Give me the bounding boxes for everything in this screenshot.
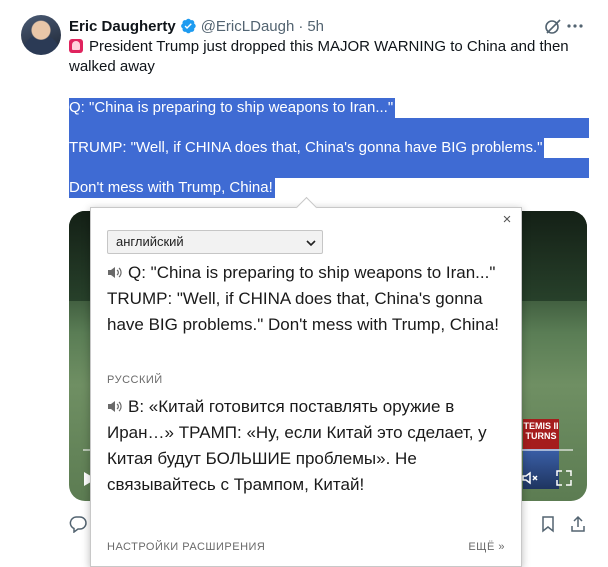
highlighted-line: Don't mess with Trump, China! (69, 178, 275, 198)
translate-popup: × английский Q: "China is preparing to s… (90, 207, 522, 567)
highlighted-line: TRUMP: "Well, if CHINA does that, China'… (69, 138, 545, 158)
close-icon[interactable]: × (499, 212, 515, 228)
extension-settings-link[interactable]: НАСТРОЙКИ РАСШИРЕНИЯ (107, 541, 265, 553)
video-badge: TEMIS II TURNS (523, 419, 559, 449)
selection-gap (69, 118, 589, 138)
reply-icon[interactable] (69, 515, 87, 534)
chevron-down-icon (306, 237, 316, 247)
source-text: Q: "China is preparing to ship weapons t… (107, 260, 507, 338)
more-icon[interactable] (566, 17, 584, 35)
separator: · (298, 17, 304, 35)
source-language-value: английский (116, 234, 184, 249)
speaker-icon[interactable] (107, 261, 122, 278)
timestamp[interactable]: 5h (307, 18, 324, 35)
author-name[interactable]: Eric Daugherty (69, 18, 176, 35)
source-text-content: Q: "China is preparing to ship weapons t… (107, 263, 499, 334)
tweet-text: President Trump just dropped this MAJOR … (69, 37, 589, 77)
alarm-icon (69, 39, 83, 53)
verified-badge-icon (179, 17, 197, 35)
tweet-header: Eric Daugherty @EricLDaugh · 5h (69, 16, 588, 36)
source-language-select[interactable]: английский (107, 230, 323, 254)
grok-icon[interactable] (544, 17, 562, 35)
translated-text-content: В: «Китай готовится поставлять оружие в … (107, 397, 487, 494)
more-link[interactable]: ЕЩЁ » (468, 541, 505, 553)
speaker-icon[interactable] (107, 395, 122, 412)
target-language-label: РУССКИЙ (107, 374, 163, 386)
translated-text: В: «Китай готовится поставлять оружие в … (107, 394, 507, 498)
author-handle[interactable]: @EricLDaugh (201, 18, 295, 35)
selection-gap (69, 158, 589, 178)
highlighted-line: Q: "China is preparing to ship weapons t… (69, 98, 396, 118)
bookmark-icon[interactable] (539, 515, 557, 533)
avatar[interactable] (21, 15, 61, 55)
share-icon[interactable] (569, 515, 587, 533)
tweet-body: President Trump just dropped this MAJOR … (69, 38, 569, 75)
fullscreen-icon[interactable] (555, 469, 573, 487)
volume-icon[interactable] (521, 469, 539, 487)
